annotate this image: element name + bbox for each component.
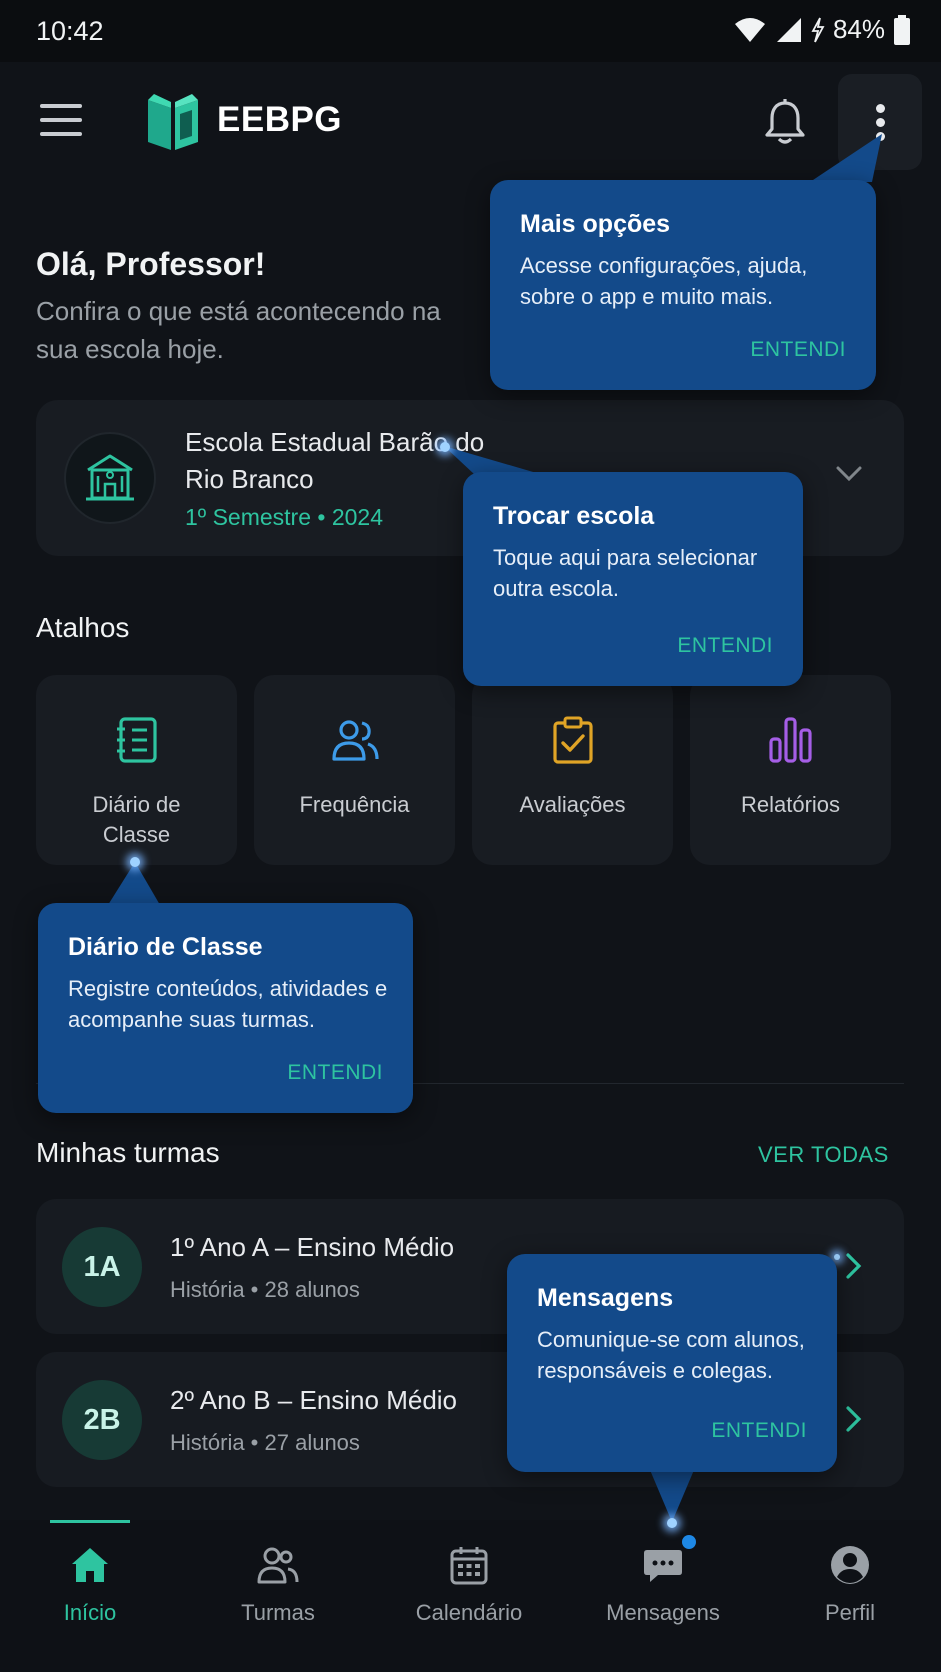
tooltip-anchor-dot	[667, 1518, 677, 1528]
tooltip-title: Diário de Classe	[68, 933, 263, 961]
tooltip-anchor-dot	[440, 442, 450, 452]
tooltip-anchor-dot	[834, 1254, 840, 1260]
tooltip-title: Mensagens	[537, 1284, 674, 1312]
tooltip-body: Registre conteúdos, atividades e acompan…	[68, 976, 388, 1032]
tooltip-title: Trocar escola	[493, 502, 655, 530]
tooltip-dismiss-button[interactable]: ENTENDI	[711, 1419, 807, 1443]
tooltip-body: Acesse configurações, ajuda, sobre o app…	[520, 253, 808, 309]
tooltip-dismiss-button[interactable]: ENTENDI	[750, 338, 846, 362]
tooltip-anchor-dot	[130, 857, 140, 867]
tooltip-body: Comunique-se com alunos, responsáveis e …	[537, 1327, 805, 1383]
tooltip-class-diary: Diário de Classe Registre conteúdos, ati…	[38, 903, 413, 1113]
tooltip-switch-school: Trocar escola Toque aqui para selecionar…	[463, 472, 803, 686]
tooltip-more-options: Mais opções Acesse configurações, ajuda,…	[490, 180, 876, 390]
tooltip-body: Toque aqui para selecionar outra escola.	[493, 545, 758, 601]
tooltip-messages: Mensagens Comunique-se com alunos, respo…	[507, 1254, 837, 1472]
tooltip-dismiss-button[interactable]: ENTENDI	[677, 634, 773, 658]
tooltip-title: Mais opções	[520, 210, 671, 238]
tooltip-dismiss-button[interactable]: ENTENDI	[287, 1061, 383, 1085]
